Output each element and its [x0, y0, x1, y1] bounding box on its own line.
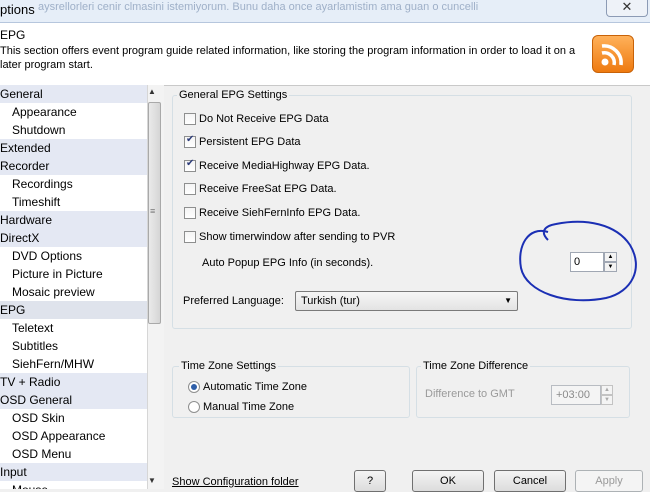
automatic-timezone-label: Automatic Time Zone — [203, 381, 307, 393]
difference-gmt-label: Difference to GMT — [425, 388, 515, 400]
manual-timezone-radio[interactable] — [188, 401, 200, 413]
timezone-difference-title: Time Zone Difference — [421, 360, 531, 372]
difference-gmt-input[interactable]: +03:00 — [551, 385, 601, 405]
gmt-spin-down-icon[interactable]: ▼ — [601, 395, 613, 405]
gmt-spin-up-icon[interactable]: ▲ — [601, 385, 613, 395]
manual-timezone-label: Manual Time Zone — [203, 401, 295, 413]
timezone-title: Time Zone Settings — [179, 360, 278, 372]
automatic-timezone-radio[interactable] — [188, 381, 200, 393]
show-config-folder-link[interactable]: Show Configuration folder — [172, 476, 299, 488]
